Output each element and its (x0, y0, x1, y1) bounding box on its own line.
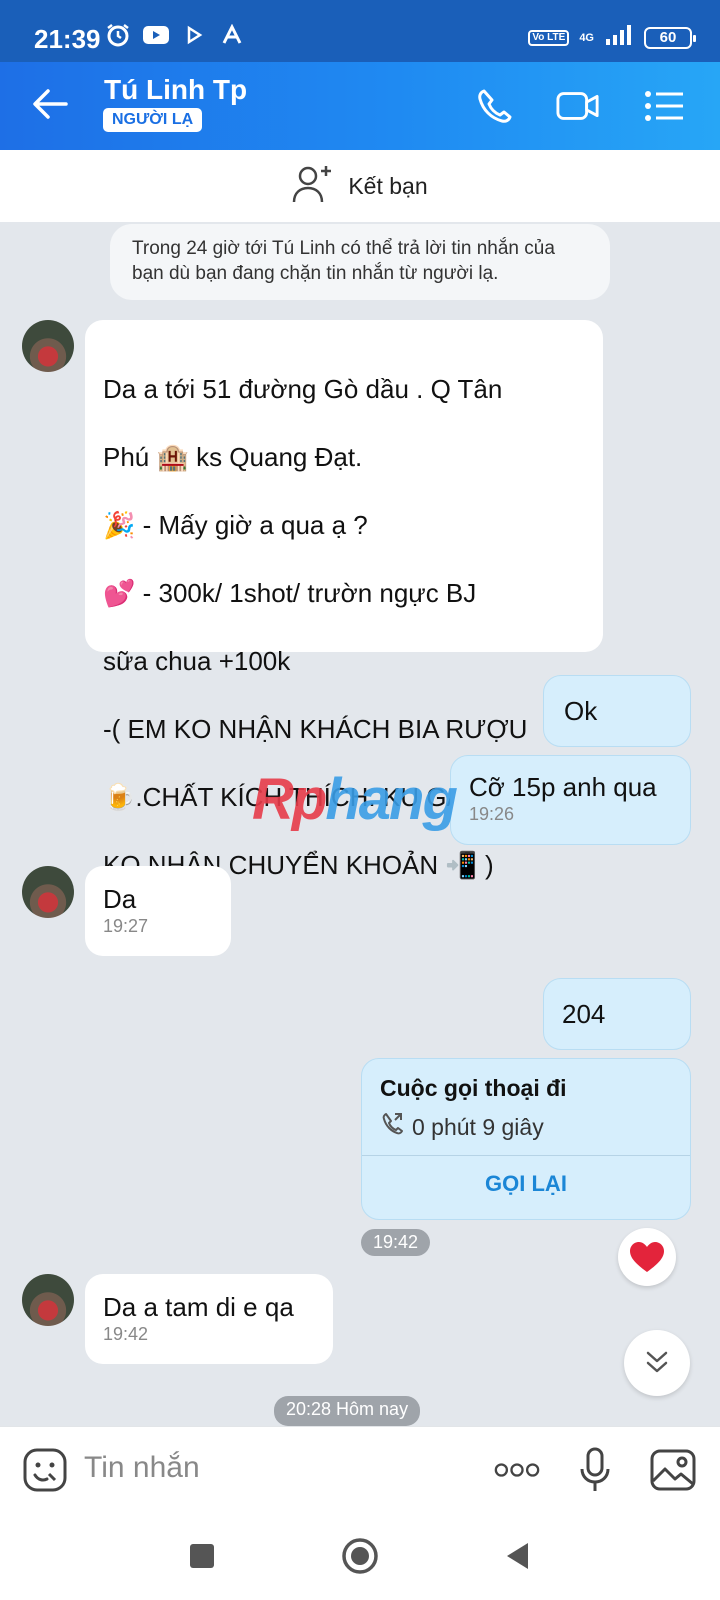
status-time: 21:39 (34, 24, 101, 54)
add-friend-label: Kết bạn (348, 172, 428, 199)
message-text: Ok (564, 696, 598, 726)
phone-icon[interactable] (472, 86, 516, 126)
call-title: Cuộc gọi thoại đi (380, 1075, 567, 1101)
divider (362, 1155, 690, 1156)
back-arrow-icon[interactable] (30, 86, 70, 122)
image-icon[interactable] (650, 1447, 696, 1493)
outgoing-call-icon (380, 1112, 404, 1142)
avatar[interactable] (22, 1274, 74, 1326)
message-time: 19:26 (469, 804, 515, 824)
sticker-icon[interactable] (22, 1447, 68, 1493)
network-type: 4G (579, 31, 594, 44)
battery-indicator: 60 (644, 26, 696, 49)
call-back-button[interactable]: GỌI LẠI (362, 1171, 690, 1197)
call-card[interactable]: Cuộc gọi thoại đi 0 phút 9 giây GỌI LẠI (361, 1058, 691, 1220)
back-icon[interactable] (498, 1536, 538, 1576)
message-text: Da (103, 884, 137, 914)
message-bubble-incoming[interactable]: Da a tới 51 đường Gò dầu . Q Tân Phú 🏨 k… (85, 320, 603, 942)
volte-indicator: Vo LTE (528, 29, 570, 46)
message-text: Da a tam di e qa (103, 1292, 294, 1322)
status-bar: 21:39 Vo LTE 4G 60 (0, 0, 720, 62)
message-composer: Tin nhắn (0, 1426, 720, 1514)
heart-icon[interactable] (618, 1228, 676, 1286)
message-bubble-outgoing[interactable]: 204 (543, 978, 691, 1050)
microphone-icon[interactable] (572, 1447, 618, 1493)
avatar[interactable] (22, 320, 74, 372)
message-bubble-outgoing[interactable]: Cỡ 15p anh qua 19:26 (450, 755, 691, 845)
chevron-down-icon[interactable] (624, 1330, 690, 1396)
add-friend-icon (292, 164, 334, 209)
message-input[interactable]: Tin nhắn (84, 1451, 200, 1485)
message-time: 19:42 (103, 1324, 149, 1344)
signal-icon (604, 24, 634, 51)
more-icon[interactable] (494, 1447, 540, 1493)
system-nav-bar (0, 1514, 720, 1600)
message-time: 19:27 (103, 916, 149, 936)
message-text: Cỡ 15p anh qua (469, 772, 657, 802)
play-icon (180, 22, 208, 48)
call-duration: 0 phút 9 giây (412, 1113, 544, 1140)
contact-name[interactable]: Tú Linh Tp (104, 74, 247, 106)
stranger-badge: NGƯỜI LẠ (103, 108, 203, 132)
app-icon (218, 22, 246, 48)
recents-icon[interactable] (182, 1536, 222, 1576)
alarm-icon (104, 22, 132, 48)
avatar[interactable] (22, 866, 74, 918)
date-divider: 20:28 Hôm nay (274, 1396, 421, 1426)
message-bubble-incoming[interactable]: Da a tam di e qa 19:42 (85, 1274, 333, 1364)
youtube-icon (142, 22, 170, 48)
video-icon[interactable] (556, 86, 600, 126)
message-text: 204 (562, 999, 606, 1029)
add-friend-bar[interactable]: Kết bạn (0, 150, 720, 222)
message-bubble-outgoing[interactable]: Ok (543, 675, 691, 747)
home-icon[interactable] (340, 1536, 380, 1576)
watermark: Rphang (252, 767, 458, 832)
menu-icon[interactable] (642, 86, 686, 126)
message-bubble-incoming[interactable]: Da 19:27 (85, 866, 231, 956)
stranger-notice: Trong 24 giờ tới Tú Linh có thể trả lời … (110, 224, 610, 300)
chat-header: 21:39 Vo LTE 4G 60 Tú Linh Tp NGƯỜI LẠ (0, 0, 720, 150)
message-time-pill: 19:42 (361, 1229, 431, 1256)
